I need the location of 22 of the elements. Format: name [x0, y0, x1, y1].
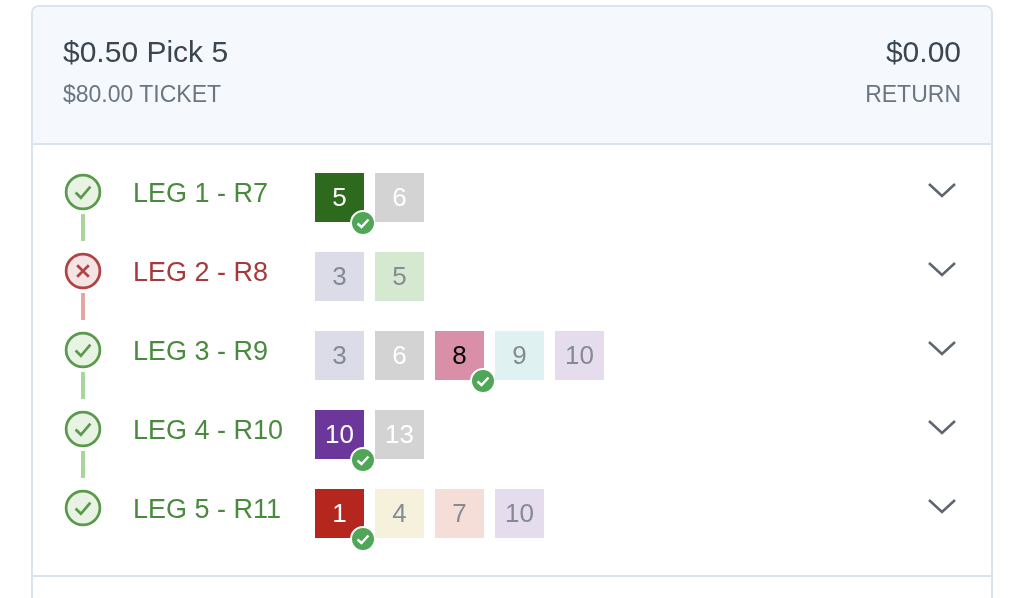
runner-number: 4 [375, 489, 424, 538]
leg-label: LEG 2 - R8 [133, 256, 270, 289]
ticket-title: $0.50 Pick 5 [63, 35, 229, 69]
runner-number: 3 [315, 331, 364, 380]
leg-label: LEG 4 - R10 [133, 414, 285, 447]
chevron-down-icon[interactable] [927, 260, 957, 278]
runner-number: 7 [435, 489, 484, 538]
chevron-down-icon[interactable] [927, 181, 957, 199]
return-amount: $0.00 [885, 35, 961, 69]
ticket-cost: $80.00 TICKET [63, 81, 223, 108]
chevron-down-icon[interactable] [927, 418, 957, 436]
runner-number: 10 [555, 331, 604, 380]
runner-number: 10 [495, 489, 544, 538]
runner-number: 3 [315, 252, 364, 301]
chevron-down-icon[interactable] [927, 497, 957, 515]
leg-label: LEG 1 - R7 [133, 177, 270, 210]
leg-label: LEG 5 - R11 [133, 493, 283, 526]
return-label: RETURN [865, 81, 961, 108]
leg-label: LEG 3 - R9 [133, 335, 270, 368]
runner-number: 9 [495, 331, 544, 380]
chevron-down-icon[interactable] [927, 339, 957, 357]
runner-number: 5 [375, 252, 424, 301]
